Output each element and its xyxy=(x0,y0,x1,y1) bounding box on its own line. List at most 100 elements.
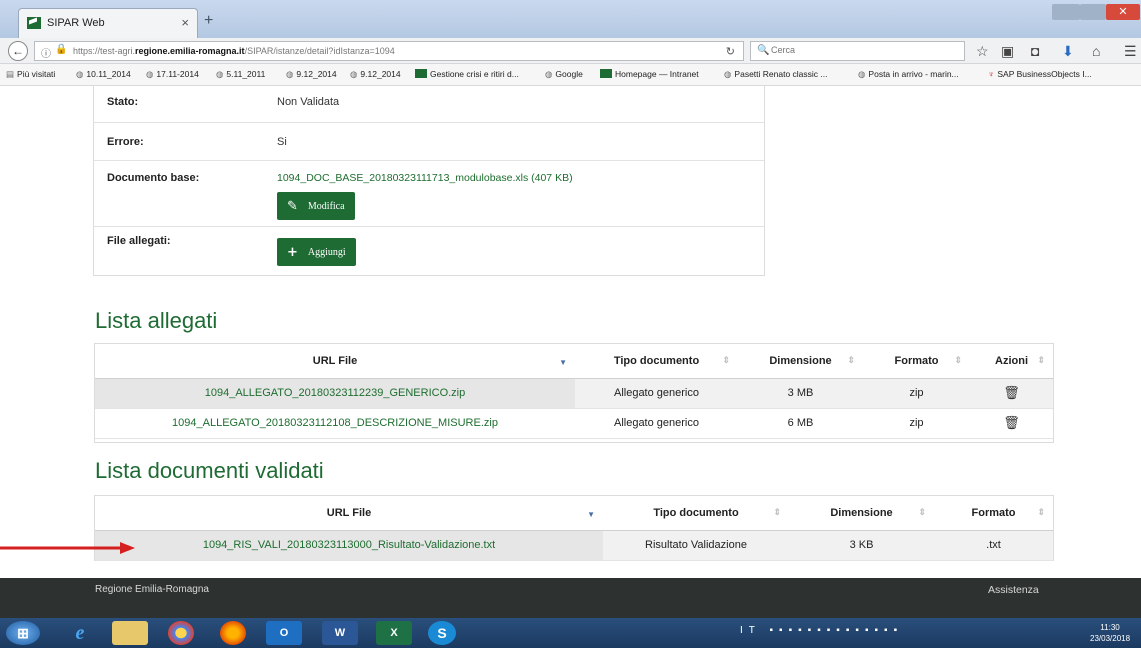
search-bar[interactable]: 🔍 xyxy=(750,41,965,61)
validato-url-link[interactable]: 1094_RIS_VALI_20180323113000_Risultato-V… xyxy=(95,530,603,561)
excel-icon[interactable]: X xyxy=(376,621,412,645)
col-tipo-documento[interactable]: Tipo documento ⇕ xyxy=(575,344,738,379)
row-stato: Stato: Non Validata xyxy=(94,86,764,123)
col-formato[interactable]: Formato ⇕ xyxy=(863,344,970,379)
page-content: Stato: Non Validata Errore: Si Documento… xyxy=(0,86,1141,578)
search-input[interactable] xyxy=(771,45,951,55)
clock[interactable]: 11:30 23/03/2018 xyxy=(1090,622,1130,644)
documento-base-link[interactable]: 1094_DOC_BASE_20180323111713_modulobase.… xyxy=(277,172,573,184)
bookmark-star-icon[interactable]: ☆ xyxy=(976,43,989,60)
firefox-icon[interactable] xyxy=(220,621,246,645)
col-tipo-documento[interactable]: Tipo documento ⇕ xyxy=(603,496,789,531)
browser-tab[interactable]: SIPAR Web × xyxy=(18,8,198,38)
allegato-url-link[interactable]: 1094_ALLEGATO_20180323112108_DESCRIZIONE… xyxy=(95,408,575,439)
library-icon[interactable]: ▣ xyxy=(1001,43,1014,60)
word-icon[interactable]: W xyxy=(322,621,358,645)
col-dimensione-label: Dimensione xyxy=(830,506,893,519)
sort-icon[interactable]: ⇕ xyxy=(722,355,730,366)
col-url-file[interactable]: URL File ▼ xyxy=(95,496,603,531)
bookmark-item[interactable]: ◍ Google xyxy=(545,69,583,80)
trash-icon[interactable]: 🗑 xyxy=(1003,386,1020,401)
screen: SIPAR Web × + ✕ ← ⓘ 🔒 https://test-agri.… xyxy=(0,0,1141,648)
outlook-icon[interactable]: O xyxy=(266,621,302,645)
bookmark-item[interactable]: ◍ 10.11_2014 xyxy=(76,69,131,80)
trash-icon[interactable]: 🗑 xyxy=(1003,416,1020,431)
bookmarks-bar: ▤ Più visitati ◍ 10.11_2014 ◍ 17.11-2014 ◍ 5… xyxy=(0,64,1141,86)
bookmark-item[interactable]: Gestione crisi e ritiri d... xyxy=(415,69,519,79)
back-button[interactable]: ← xyxy=(8,41,28,61)
start-button-icon[interactable]: ⊞ xyxy=(6,621,40,645)
detail-card: Stato: Non Validata Errore: Si Documento… xyxy=(93,86,765,276)
bookmark-item[interactable]: ◍ Pasetti Renato classic ... xyxy=(724,69,828,80)
sort-icon[interactable]: ⇕ xyxy=(954,355,962,366)
annotation-arrow-icon xyxy=(0,542,135,554)
sort-desc-icon[interactable]: ▼ xyxy=(587,510,595,519)
home-icon[interactable]: ⌂ xyxy=(1092,43,1100,59)
bookmark-item[interactable]: Homepage — Intranet xyxy=(600,69,699,79)
row-documento-base: Documento base: 1094_DOC_BASE_2018032311… xyxy=(94,161,764,227)
search-icon: 🔍 xyxy=(757,45,770,56)
table-row: 1094_ALLEGATO_20180323112108_DESCRIZIONE… xyxy=(95,408,1053,439)
new-tab-button[interactable]: + xyxy=(204,12,213,30)
clock-time: 11:30 xyxy=(1100,623,1120,632)
windows-taskbar: ⊞ e O W X S IT ▪▪▪▪▪▪▪▪▪▪▪▪▪▪ 11:30 23/03… xyxy=(0,618,1141,648)
minimize-button[interactable] xyxy=(1052,4,1080,20)
bookmark-item[interactable]: ◍ 9.12_2014 xyxy=(350,69,401,80)
sort-desc-icon[interactable]: ▼ xyxy=(559,358,567,367)
globe-icon: ◍ xyxy=(146,69,154,79)
documento-base-label: Documento base: xyxy=(107,172,200,184)
maximize-button[interactable] xyxy=(1080,4,1106,20)
info-icon[interactable]: ⓘ xyxy=(41,45,51,60)
file-explorer-icon[interactable] xyxy=(112,621,148,645)
col-url-file[interactable]: URL File ▼ xyxy=(95,344,575,379)
col-azioni[interactable]: Azioni ⇕ xyxy=(970,344,1053,379)
col-dimensione[interactable]: Dimensione ⇕ xyxy=(789,496,934,531)
close-window-button[interactable]: ✕ xyxy=(1106,4,1140,20)
close-tab-icon[interactable]: × xyxy=(181,15,189,30)
sort-icon[interactable]: ⇕ xyxy=(918,507,926,518)
sort-icon[interactable]: ⇕ xyxy=(1037,355,1045,366)
pocket-icon[interactable]: ◘ xyxy=(1031,43,1039,59)
col-dimensione-label: Dimensione xyxy=(769,354,832,367)
bookmark-item[interactable]: ◍ 5.11_2011 xyxy=(216,69,265,80)
reload-icon[interactable]: ↻ xyxy=(726,45,735,58)
flag-icon xyxy=(600,69,612,78)
bookmark-item[interactable]: ▤ Più visitati xyxy=(6,69,55,80)
sort-icon[interactable]: ⇕ xyxy=(773,507,781,518)
allegato-dimensione: 3 MB xyxy=(738,378,863,409)
skype-icon[interactable]: S xyxy=(428,621,456,645)
row-file-allegati: File allegati: + Aggiungi xyxy=(94,227,764,275)
bookmark-item[interactable]: ◍ Posta in arrivo - marin... xyxy=(858,69,959,80)
language-indicator[interactable]: IT xyxy=(740,625,761,636)
bookmark-item[interactable]: ◍ 17.11-2014 xyxy=(146,69,199,80)
sort-icon[interactable]: ⇕ xyxy=(847,355,855,366)
aggiungi-button[interactable]: + Aggiungi xyxy=(277,238,356,266)
globe-icon: ◍ xyxy=(216,69,224,79)
sap-icon: ♆ xyxy=(988,69,995,79)
allegato-url-link[interactable]: 1094_ALLEGATO_20180323112239_GENERICO.zi… xyxy=(95,378,575,409)
menu-icon[interactable]: ☰ xyxy=(1124,43,1137,60)
address-bar[interactable]: ⓘ 🔒 https://test-agri.regione.emilia-rom… xyxy=(34,41,744,61)
chrome-icon[interactable] xyxy=(168,621,194,645)
validati-table: URL File ▼ Tipo documento ⇕ Dimensione ⇕ Fo… xyxy=(95,496,1053,561)
allegato-formato: zip xyxy=(863,408,970,439)
bookmark-item[interactable]: ♆ SAP BusinessObjects I... xyxy=(988,69,1092,79)
sort-icon[interactable]: ⇕ xyxy=(1037,507,1045,518)
url-text[interactable]: https://test-agri.regione.emilia-romagna… xyxy=(73,46,395,56)
col-formato[interactable]: Formato ⇕ xyxy=(934,496,1053,531)
download-icon[interactable]: ⬇ xyxy=(1062,43,1074,60)
globe-icon: ◍ xyxy=(286,69,294,79)
col-url-file-label: URL File xyxy=(312,354,358,367)
modifica-label: Modifica xyxy=(307,200,345,212)
delete-cell: 🗑 xyxy=(970,408,1053,439)
col-formato-label: Formato xyxy=(971,506,1016,519)
modifica-button[interactable]: ✎ Modifica xyxy=(277,192,355,220)
col-dimensione[interactable]: Dimensione ⇕ xyxy=(738,344,863,379)
tab-title: SIPAR Web xyxy=(47,17,105,29)
validato-dimensione: 3 KB xyxy=(789,530,934,561)
row-errore: Errore: Si xyxy=(94,123,764,161)
lock-icon[interactable]: 🔒 xyxy=(55,44,67,55)
bookmark-item[interactable]: ◍ 9.12_2014 xyxy=(286,69,337,80)
internet-explorer-icon[interactable]: e xyxy=(62,621,98,645)
assistenza-link[interactable]: Assistenza xyxy=(988,584,1039,596)
